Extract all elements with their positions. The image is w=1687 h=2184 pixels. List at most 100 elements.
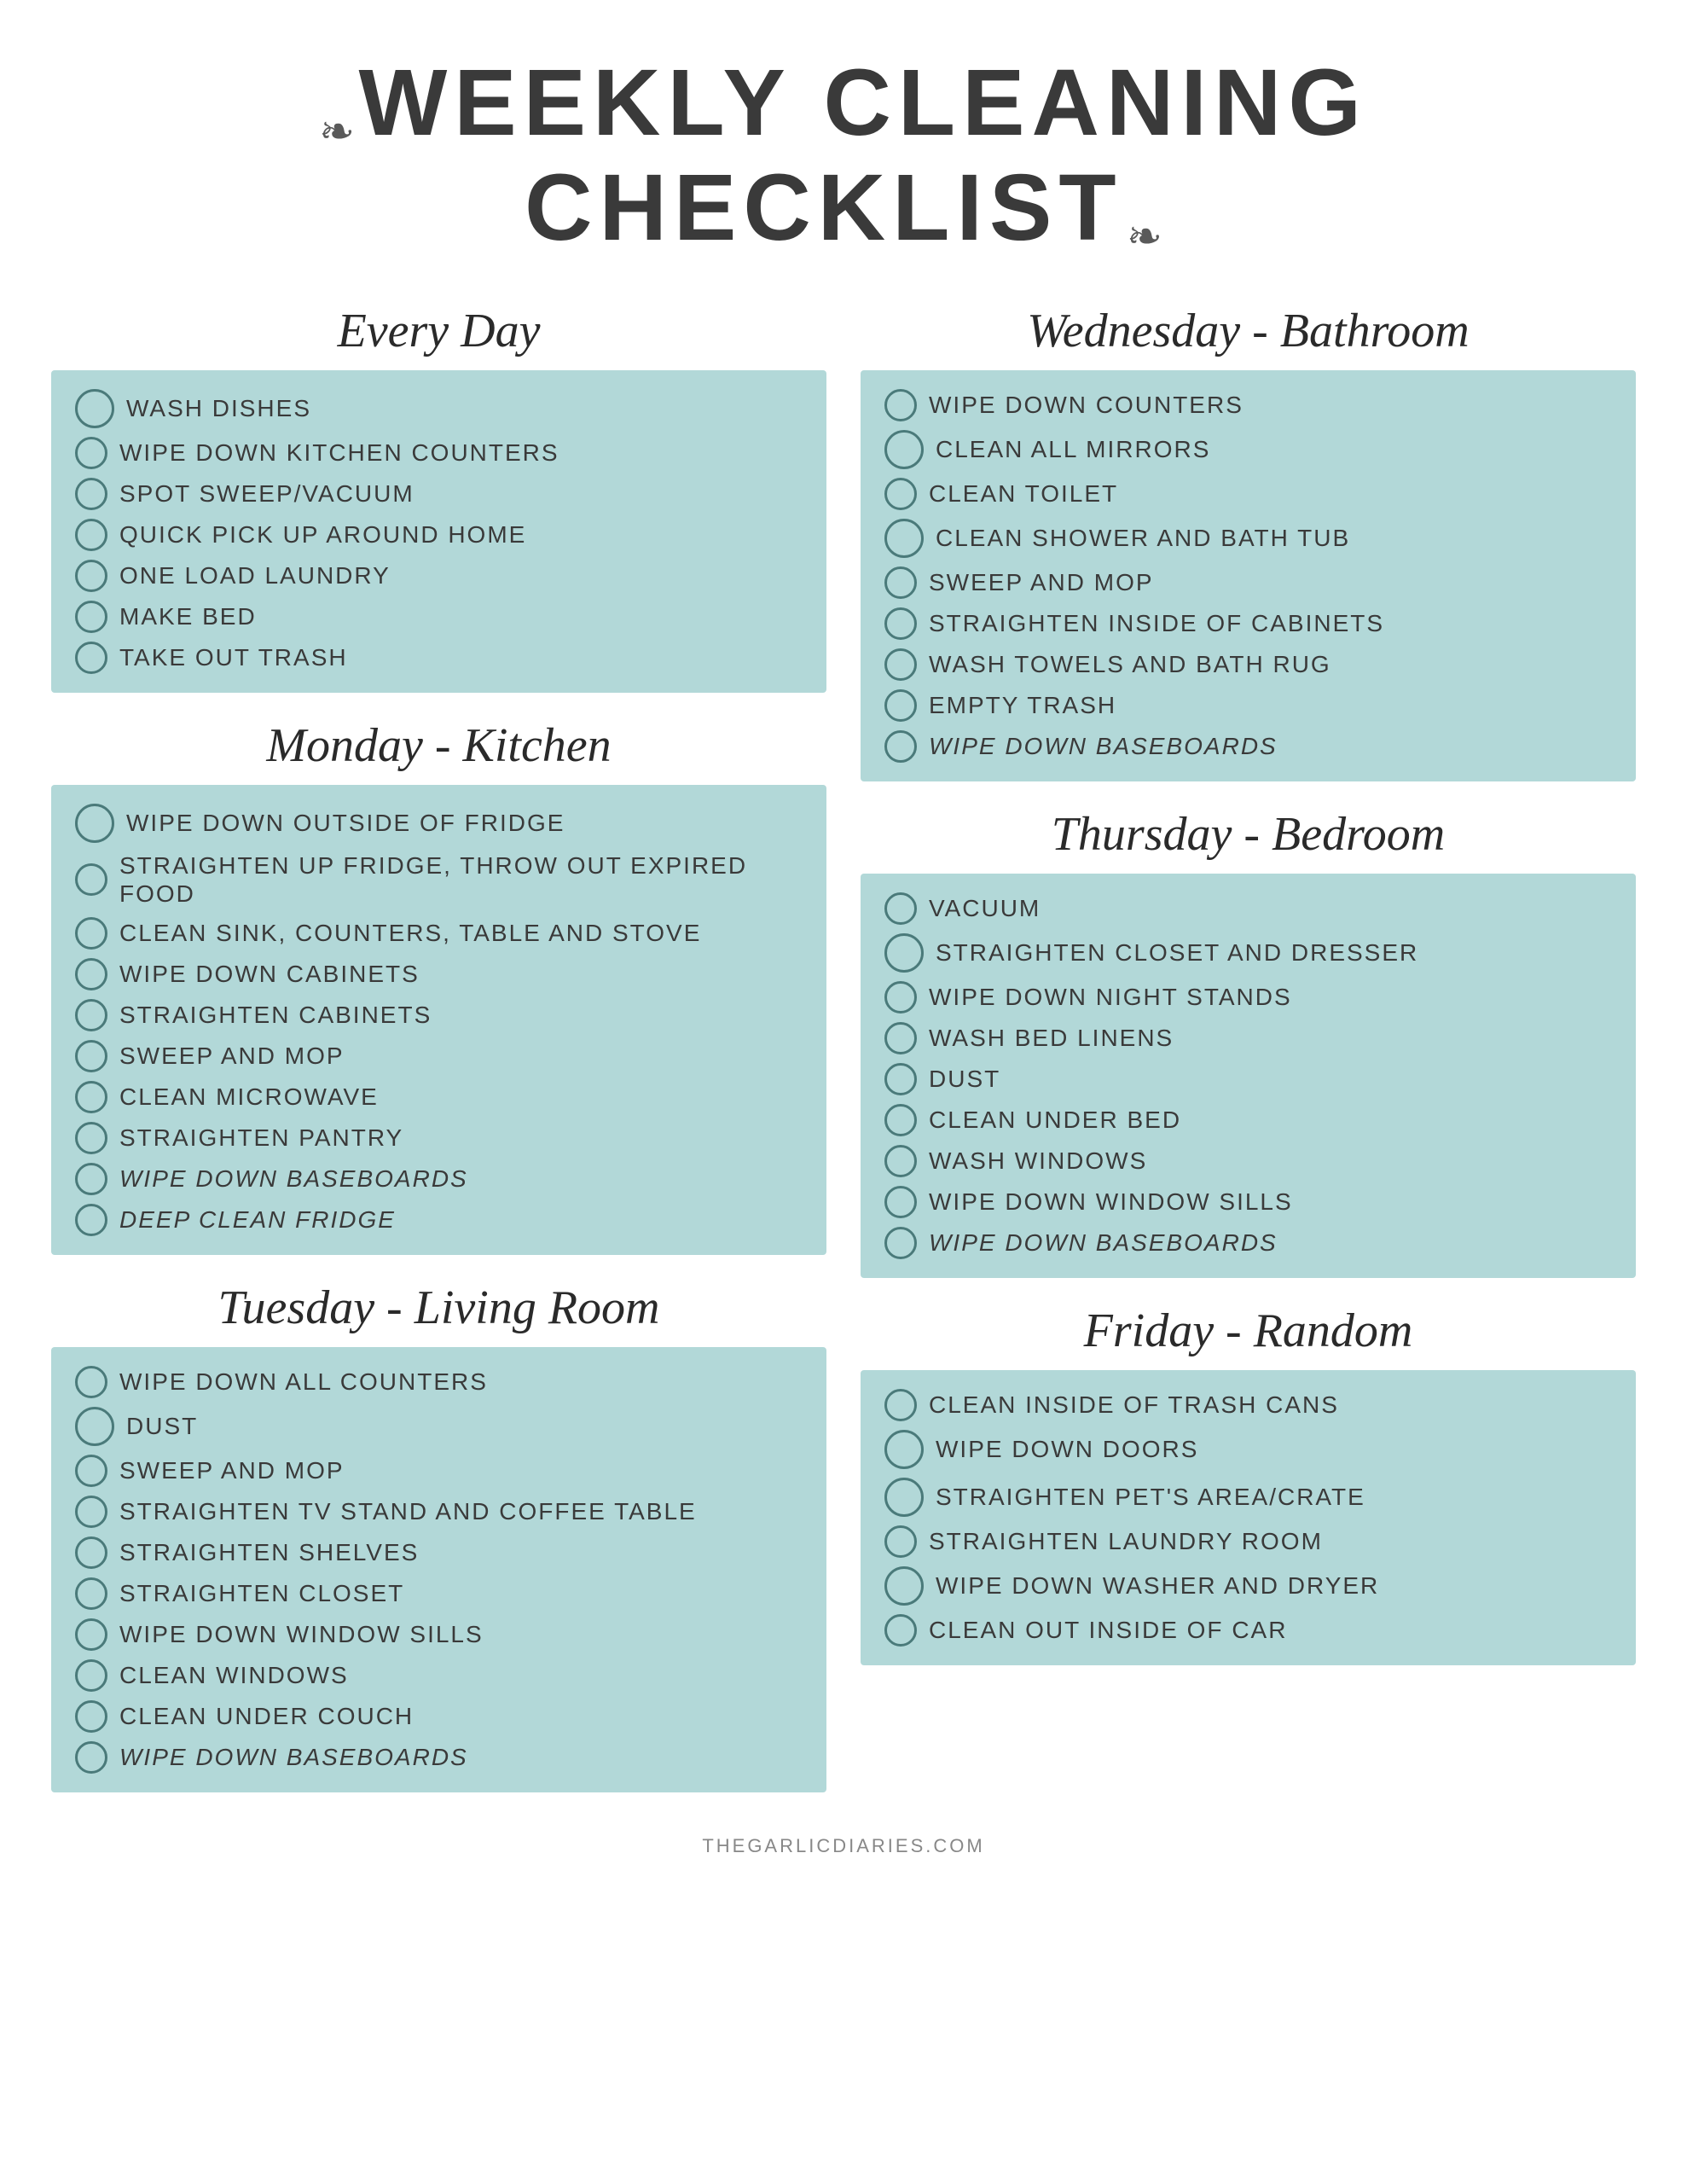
- checkbox-icon[interactable]: [884, 1430, 924, 1469]
- checkbox-icon[interactable]: [75, 560, 107, 592]
- checkbox-icon[interactable]: [884, 730, 917, 763]
- list-item: WIPE DOWN ALL COUNTERS: [75, 1366, 803, 1398]
- item-label: WIPE DOWN BASEBOARDS: [929, 732, 1278, 761]
- footer-text: THEGARLICDIARIES.COM: [51, 1835, 1636, 1857]
- item-label: WIPE DOWN BASEBOARDS: [119, 1165, 468, 1194]
- item-label: WASH BED LINENS: [929, 1024, 1174, 1053]
- checkbox-icon[interactable]: [75, 999, 107, 1031]
- list-item: CLEAN OUT INSIDE OF CAR: [884, 1614, 1612, 1647]
- checkbox-icon[interactable]: [75, 863, 107, 896]
- checkbox-icon[interactable]: [75, 437, 107, 469]
- list-item: DEEP CLEAN FRIDGE: [75, 1204, 803, 1236]
- checkbox-icon[interactable]: [884, 566, 917, 599]
- checkbox-icon[interactable]: [75, 478, 107, 510]
- section-title-tuesday: Tuesday - Living Room: [51, 1281, 826, 1335]
- checkbox-icon[interactable]: [75, 519, 107, 551]
- checkbox-icon[interactable]: [884, 1525, 917, 1558]
- right-column: Wednesday - Bathroom WIPE DOWN COUNTERS …: [861, 278, 1636, 1801]
- checkbox-icon[interactable]: [75, 1204, 107, 1236]
- item-label: SWEEP AND MOP: [119, 1456, 345, 1485]
- checkbox-icon[interactable]: [75, 1366, 107, 1398]
- item-label: WIPE DOWN KITCHEN COUNTERS: [119, 439, 559, 468]
- list-item: CLEAN MICROWAVE: [75, 1081, 803, 1113]
- item-label: STRAIGHTEN PET'S AREA/CRATE: [936, 1483, 1365, 1512]
- checkbox-icon[interactable]: [884, 1145, 917, 1177]
- item-label: DUST: [126, 1412, 198, 1441]
- list-item: STRAIGHTEN LAUNDRY ROOM: [884, 1525, 1612, 1558]
- item-label: TAKE OUT TRASH: [119, 643, 348, 672]
- list-item: WASH BED LINENS: [884, 1022, 1612, 1054]
- checkbox-icon[interactable]: [75, 1455, 107, 1487]
- checkbox-icon[interactable]: [75, 642, 107, 674]
- checkbox-icon[interactable]: [75, 804, 114, 843]
- checkbox-icon[interactable]: [884, 1186, 917, 1218]
- checkbox-icon[interactable]: [75, 1407, 114, 1446]
- item-label: WIPE DOWN CABINETS: [119, 960, 420, 989]
- list-item: STRAIGHTEN PANTRY: [75, 1122, 803, 1154]
- checkbox-icon[interactable]: [884, 1614, 917, 1647]
- list-item: CLEAN ALL MIRRORS: [884, 430, 1612, 469]
- checkbox-icon[interactable]: [884, 648, 917, 681]
- checkbox-icon[interactable]: [884, 1104, 917, 1136]
- list-item: STRAIGHTEN TV STAND AND COFFEE TABLE: [75, 1496, 803, 1528]
- title-decor-left: ❧: [319, 107, 355, 156]
- list-item: DUST: [75, 1407, 803, 1446]
- list-item: WIPE DOWN OUTSIDE OF FRIDGE: [75, 804, 803, 843]
- checkbox-icon[interactable]: [75, 1040, 107, 1072]
- checkbox-icon[interactable]: [884, 607, 917, 640]
- checkbox-icon[interactable]: [884, 478, 917, 510]
- item-label: WIPE DOWN DOORS: [936, 1435, 1198, 1464]
- checklist-box-friday: CLEAN INSIDE OF TRASH CANS WIPE DOWN DOO…: [861, 1370, 1636, 1665]
- checkbox-icon[interactable]: [884, 689, 917, 722]
- list-item: CLEAN INSIDE OF TRASH CANS: [884, 1389, 1612, 1421]
- checkbox-icon[interactable]: [75, 1163, 107, 1195]
- checkbox-icon[interactable]: [884, 1227, 917, 1259]
- list-item: CLEAN TOILET: [884, 478, 1612, 510]
- item-label: STRAIGHTEN TV STAND AND COFFEE TABLE: [119, 1497, 697, 1526]
- checklist-box-thursday: VACUUM STRAIGHTEN CLOSET AND DRESSER WIP…: [861, 874, 1636, 1278]
- item-label: CLEAN TOILET: [929, 479, 1118, 508]
- checkbox-icon[interactable]: [75, 1618, 107, 1651]
- list-item: CLEAN UNDER COUCH: [75, 1700, 803, 1733]
- checkbox-icon[interactable]: [884, 892, 917, 925]
- list-item: MAKE BED: [75, 601, 803, 633]
- checkbox-icon[interactable]: [75, 1700, 107, 1733]
- checkbox-icon[interactable]: [75, 917, 107, 950]
- item-label: WASH WINDOWS: [929, 1147, 1147, 1176]
- checkbox-icon[interactable]: [884, 430, 924, 469]
- list-item: WASH WINDOWS: [884, 1145, 1612, 1177]
- checkbox-icon[interactable]: [884, 519, 924, 558]
- checkbox-icon[interactable]: [75, 1577, 107, 1610]
- item-label: CLEAN WINDOWS: [119, 1661, 349, 1690]
- checkbox-icon[interactable]: [75, 1122, 107, 1154]
- checkbox-icon[interactable]: [884, 1566, 924, 1606]
- checkbox-icon[interactable]: [75, 1496, 107, 1528]
- list-item: WIPE DOWN BASEBOARDS: [75, 1741, 803, 1774]
- checkbox-icon[interactable]: [75, 1741, 107, 1774]
- checkbox-icon[interactable]: [884, 933, 924, 973]
- checkbox-icon[interactable]: [75, 1659, 107, 1692]
- item-label: DEEP CLEAN FRIDGE: [119, 1205, 396, 1234]
- checkbox-icon[interactable]: [884, 981, 917, 1014]
- list-item: SWEEP AND MOP: [75, 1040, 803, 1072]
- item-label: CLEAN UNDER COUCH: [119, 1702, 414, 1731]
- checkbox-icon[interactable]: [75, 601, 107, 633]
- checkbox-icon[interactable]: [884, 1478, 924, 1517]
- checkbox-icon[interactable]: [884, 1389, 917, 1421]
- checkbox-icon[interactable]: [75, 389, 114, 428]
- checkbox-icon[interactable]: [75, 1536, 107, 1569]
- list-item: VACUUM: [884, 892, 1612, 925]
- item-label: SPOT SWEEP/VACUUM: [119, 479, 415, 508]
- list-item: TAKE OUT TRASH: [75, 642, 803, 674]
- item-label: CLEAN SINK, COUNTERS, TABLE AND STOVE: [119, 919, 701, 948]
- checkbox-icon[interactable]: [884, 1022, 917, 1054]
- checkbox-icon[interactable]: [884, 389, 917, 421]
- checkbox-icon[interactable]: [75, 958, 107, 990]
- item-label: STRAIGHTEN PANTRY: [119, 1124, 403, 1153]
- item-label: WIPE DOWN OUTSIDE OF FRIDGE: [126, 809, 565, 838]
- list-item: WIPE DOWN BASEBOARDS: [884, 1227, 1612, 1259]
- checkbox-icon[interactable]: [75, 1081, 107, 1113]
- item-label: WIPE DOWN WINDOW SILLS: [119, 1620, 484, 1649]
- checkbox-icon[interactable]: [884, 1063, 917, 1095]
- list-item: SPOT SWEEP/VACUUM: [75, 478, 803, 510]
